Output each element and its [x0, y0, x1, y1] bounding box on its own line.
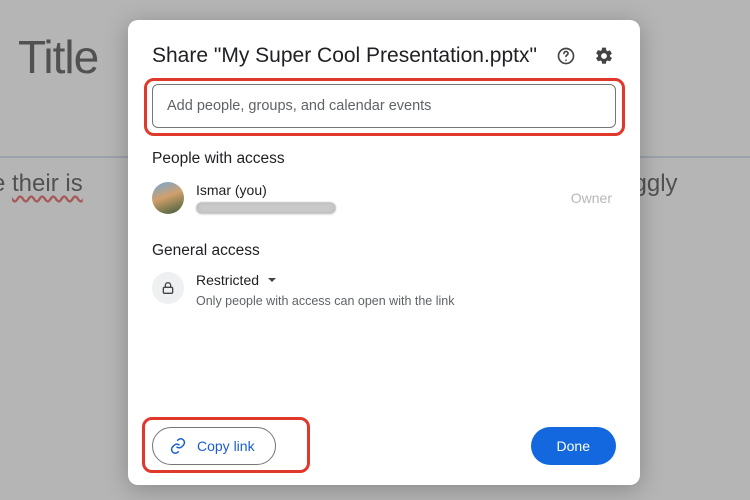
dialog-title: Share "My Super Cool Presentation.pptx": [152, 42, 554, 70]
add-people-input[interactable]: [152, 84, 616, 128]
access-level-dropdown[interactable]: Restricted: [196, 272, 454, 288]
copy-link-button[interactable]: Copy link: [152, 427, 276, 465]
gear-icon[interactable]: [592, 44, 616, 68]
avatar: [152, 182, 184, 214]
done-button[interactable]: Done: [531, 427, 616, 465]
person-name: Ismar (you): [196, 182, 571, 198]
share-dialog: Share "My Super Cool Presentation.pptx" …: [128, 20, 640, 485]
general-access-heading: General access: [152, 242, 616, 260]
people-with-access-heading: People with access: [152, 150, 616, 168]
link-icon: [169, 437, 187, 455]
lock-icon: [152, 272, 184, 304]
copy-link-label: Copy link: [197, 438, 255, 454]
chevron-down-icon: [267, 275, 277, 285]
person-role: Owner: [571, 190, 612, 206]
person-email-redacted: [196, 202, 336, 214]
access-level-label: Restricted: [196, 272, 259, 288]
help-icon[interactable]: [554, 44, 578, 68]
person-row: Ismar (you) Owner: [152, 182, 616, 214]
access-level-description: Only people with access can open with th…: [196, 294, 454, 308]
